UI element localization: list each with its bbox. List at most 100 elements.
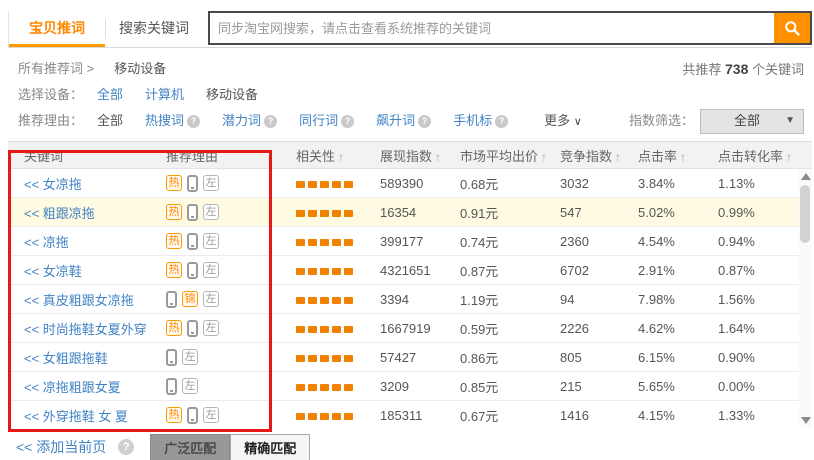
table-row[interactable]: << 粗跟凉拖热左163540.91元5475.02%0.99%: [8, 198, 812, 227]
left-badge-icon: 左: [203, 204, 219, 220]
left-badge-icon: 左: [203, 175, 219, 191]
column-header[interactable]: 竞争指数↑: [560, 146, 638, 165]
table-body: << 女凉拖热左5893900.68元30323.84%1.13%<< 粗跟凉拖…: [8, 169, 812, 428]
help-icon[interactable]: ?: [264, 115, 277, 128]
device-filter-option[interactable]: 计算机: [145, 82, 184, 108]
tab-item-recommend-words[interactable]: 宝贝推词: [9, 11, 105, 47]
mobile-phone-icon: [187, 262, 198, 279]
table-row[interactable]: << 女凉鞋热左43216510.87元67022.91%0.87%: [8, 256, 812, 285]
column-header[interactable]: 展现指数↑: [380, 146, 460, 165]
relevance-bars: [296, 297, 353, 304]
breadcrumb: 所有推荐词 >: [18, 56, 94, 82]
relevance-bars: [296, 239, 353, 246]
sort-arrow-icon[interactable]: ↑: [615, 150, 621, 164]
sort-arrow-icon[interactable]: ↑: [541, 150, 547, 164]
scroll-down-icon[interactable]: [801, 417, 811, 424]
help-icon[interactable]: ?: [495, 115, 508, 128]
hot-badge-icon: 热: [166, 262, 182, 278]
column-header[interactable]: 点击转化率↑: [718, 146, 812, 165]
relevance-bars: [296, 384, 353, 391]
reason-filter-row: 推荐理由： 全部热搜词?潜力词?同行词?飙升词?手机标? 更多 ∨ 指数筛选： …: [18, 108, 804, 134]
vertical-scrollbar[interactable]: [799, 169, 812, 428]
index-filter-value: 全部: [709, 108, 785, 134]
conversion-rate-value: 1.64%: [718, 321, 812, 336]
keyword-link[interactable]: << 凉拖: [24, 235, 69, 250]
reason-filter-option[interactable]: 飙升词?: [376, 108, 431, 134]
table-row[interactable]: << 时尚拖鞋女夏外穿热左16679190.59元22264.62%1.64%: [8, 314, 812, 343]
column-header[interactable]: 相关性↑: [296, 146, 380, 165]
jin-badge-icon: 锦: [182, 291, 198, 307]
table-row[interactable]: << 凉拖粗跟女夏左32090.85元2155.65%0.00%: [8, 372, 812, 401]
sort-arrow-icon[interactable]: ↑: [338, 150, 344, 164]
left-badge-icon: 左: [182, 349, 198, 365]
mobile-phone-icon: [166, 291, 177, 308]
reason-filter-option[interactable]: 同行词?: [299, 108, 354, 134]
relevance-bars: [296, 355, 353, 362]
keyword-link[interactable]: << 真皮粗跟女凉拖: [24, 293, 134, 308]
help-icon[interactable]: ?: [187, 115, 200, 128]
help-icon[interactable]: ?: [118, 439, 134, 455]
search-button[interactable]: [774, 13, 810, 43]
sort-arrow-icon[interactable]: ↑: [680, 150, 686, 164]
breadcrumb-root[interactable]: 所有推荐词: [18, 61, 83, 76]
help-icon[interactable]: ?: [418, 115, 431, 128]
impressions-value: 3394: [380, 292, 460, 307]
reason-filter-option[interactable]: 热搜词?: [145, 108, 200, 134]
reason-filter-option[interactable]: 潜力词?: [222, 108, 277, 134]
search-box: [208, 11, 812, 45]
keyword-link[interactable]: << 时尚拖鞋女夏外穿: [24, 322, 147, 337]
keyword-link[interactable]: << 女凉鞋: [24, 264, 82, 279]
recommend-reason-badges: 锦左: [166, 291, 296, 308]
table-row[interactable]: << 女粗跟拖鞋左574270.86元8056.15%0.90%: [8, 343, 812, 372]
more-filters-button[interactable]: 更多 ∨: [544, 108, 582, 135]
device-filter-option[interactable]: 移动设备: [206, 82, 258, 108]
impressions-value: 57427: [380, 350, 460, 365]
reason-filter-option-label: 热搜词: [145, 108, 184, 134]
avg-price-value: 0.74元: [460, 232, 560, 251]
column-header[interactable]: 点击率↑: [638, 146, 718, 165]
device-filter-option[interactable]: 全部: [97, 82, 123, 108]
impressions-value: 589390: [380, 176, 460, 191]
keyword-link[interactable]: << 凉拖粗跟女夏: [24, 380, 121, 395]
keyword-link[interactable]: << 女凉拖: [24, 177, 82, 192]
sort-arrow-icon[interactable]: ↑: [435, 150, 441, 164]
impressions-value: 4321651: [380, 263, 460, 278]
reason-filter-option[interactable]: 全部: [97, 108, 123, 134]
scrollbar-thumb[interactable]: [800, 185, 810, 243]
column-header[interactable]: 市场平均出价↑: [460, 146, 560, 165]
scroll-up-icon[interactable]: [801, 173, 811, 180]
add-current-page-link[interactable]: << 添加当前页: [16, 437, 106, 457]
search-input[interactable]: [210, 13, 774, 43]
relevance-bars: [296, 210, 353, 217]
click-rate-value: 5.65%: [638, 379, 718, 394]
device-filter-option-label: 全部: [97, 82, 123, 108]
avg-price-value: 0.86元: [460, 348, 560, 367]
avg-price-value: 0.59元: [460, 319, 560, 338]
click-rate-value: 2.91%: [638, 263, 718, 278]
competition-index-value: 6702: [560, 263, 638, 278]
broad-match-button[interactable]: 广泛匹配: [150, 434, 230, 460]
keyword-link[interactable]: << 女粗跟拖鞋: [24, 351, 108, 366]
total-keywords-label: 共推荐 738 个关键词: [682, 56, 804, 83]
device-filter-options: 全部计算机移动设备: [97, 82, 280, 108]
index-filter-label: 指数筛选：: [629, 108, 694, 134]
table-row[interactable]: << 外穿拖鞋 女 夏热左1853110.67元14164.15%1.33%: [8, 401, 812, 428]
keyword-link[interactable]: << 粗跟凉拖: [24, 206, 95, 221]
reason-filter-option[interactable]: 手机标?: [453, 108, 508, 134]
help-icon[interactable]: ?: [341, 115, 354, 128]
column-header-label: 竞争指数: [560, 149, 612, 164]
keyword-link[interactable]: << 外穿拖鞋 女 夏: [24, 409, 128, 424]
impressions-value: 16354: [380, 205, 460, 220]
breadcrumb-row: 所有推荐词 > 移动设备 共推荐 738 个关键词: [18, 56, 804, 82]
exact-match-button[interactable]: 精确匹配: [230, 434, 310, 460]
conversion-rate-value: 1.33%: [718, 408, 812, 423]
table-row[interactable]: << 真皮粗跟女凉拖锦左33941.19元947.98%1.56%: [8, 285, 812, 314]
table-row[interactable]: << 女凉拖热左5893900.68元30323.84%1.13%: [8, 169, 812, 198]
column-header-label: 点击转化率: [718, 149, 783, 164]
sort-arrow-icon[interactable]: ↑: [786, 150, 792, 164]
filters-panel: 所有推荐词 > 移动设备 共推荐 738 个关键词 选择设备： 全部计算机移动设…: [0, 48, 814, 134]
click-rate-value: 3.84%: [638, 176, 718, 191]
tab-search-keywords[interactable]: 搜索关键词: [106, 11, 202, 47]
table-row[interactable]: << 凉拖热左3991770.74元23604.54%0.94%: [8, 227, 812, 256]
index-filter-dropdown[interactable]: 全部 ▼: [700, 109, 804, 134]
